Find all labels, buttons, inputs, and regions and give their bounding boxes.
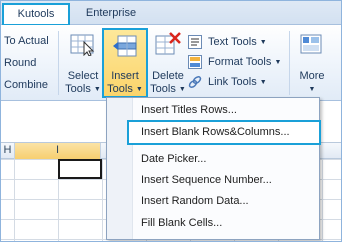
chevron-down-icon: ▼: [259, 79, 267, 86]
insert-tools-button[interactable]: Insert Tools ▼: [102, 28, 148, 98]
menu-icon-gutter: [107, 98, 133, 239]
menu-item-date-picker[interactable]: Date Picker...: [135, 149, 315, 170]
link-tools-label: Link Tools: [208, 76, 257, 88]
tab-kutools[interactable]: Kutools: [2, 3, 70, 26]
format-tools-label: Format Tools: [208, 56, 272, 68]
menu-item-fill-blank-cells[interactable]: Fill Blank Cells...: [135, 213, 315, 234]
selected-cell[interactable]: [58, 159, 102, 179]
insert-tools-label: Insert: [111, 70, 139, 82]
more-button[interactable]: More ▼: [293, 28, 331, 98]
text-tools-label: Text Tools: [208, 36, 257, 48]
chevron-down-icon: ▼: [93, 86, 101, 93]
delete-tools-label-2: Tools ▼: [150, 83, 186, 95]
to-actual-button[interactable]: To Actual: [4, 35, 49, 47]
combine-button[interactable]: Combine: [4, 79, 48, 91]
menu-item-insert-titles-rows[interactable]: Insert Titles Rows...: [135, 100, 315, 121]
menu-item-insert-blank-rows-columns[interactable]: Insert Blank Rows&Columns...: [127, 120, 321, 145]
chevron-down-icon: ▼: [178, 86, 186, 93]
ribbon-separator: [289, 31, 290, 95]
more-caret: ▼: [293, 83, 331, 96]
insert-tools-icon: [113, 35, 137, 57]
chevron-down-icon: ▼: [308, 86, 316, 93]
column-header-i[interactable]: I: [15, 143, 101, 159]
text-tools-icon: [188, 35, 202, 49]
delete-tools-label: Delete: [152, 70, 184, 82]
insert-tools-label-2: Tools ▼: [107, 83, 143, 95]
tab-enterprise[interactable]: Enterprise: [83, 4, 139, 25]
format-tools-icon: [188, 55, 202, 69]
chevron-down-icon: ▼: [135, 86, 143, 93]
more-label: More: [299, 70, 325, 82]
chevron-down-icon: ▼: [274, 59, 282, 66]
excel-window: Kutools Enterprise To Actual Round Combi…: [0, 0, 342, 242]
round-button[interactable]: Round: [4, 57, 36, 69]
select-tools-button[interactable]: Select Tools ▼: [63, 28, 103, 98]
select-tools-label: Select: [67, 70, 99, 82]
ribbon: To Actual Round Combine Select Tools ▼ I…: [1, 25, 341, 101]
insert-tools-menu: Insert Titles Rows... Insert Blank Rows&…: [106, 97, 321, 240]
menu-item-insert-sequence-number[interactable]: Insert Sequence Number...: [135, 170, 315, 191]
more-tools-icon: [300, 34, 322, 54]
select-tools-icon: [70, 34, 95, 56]
select-tools-label-2: Tools ▼: [65, 83, 101, 95]
ribbon-separator: [58, 31, 59, 95]
chevron-down-icon: ▼: [259, 39, 267, 46]
ribbon-tab-bar: Kutools Enterprise: [1, 1, 341, 26]
link-icon: [188, 76, 202, 88]
column-header-h[interactable]: H: [1, 143, 15, 159]
delete-tools-icon: [155, 32, 181, 55]
menu-item-insert-random-data[interactable]: Insert Random Data...: [135, 191, 315, 212]
delete-tools-button[interactable]: Delete Tools ▼: [148, 28, 188, 98]
